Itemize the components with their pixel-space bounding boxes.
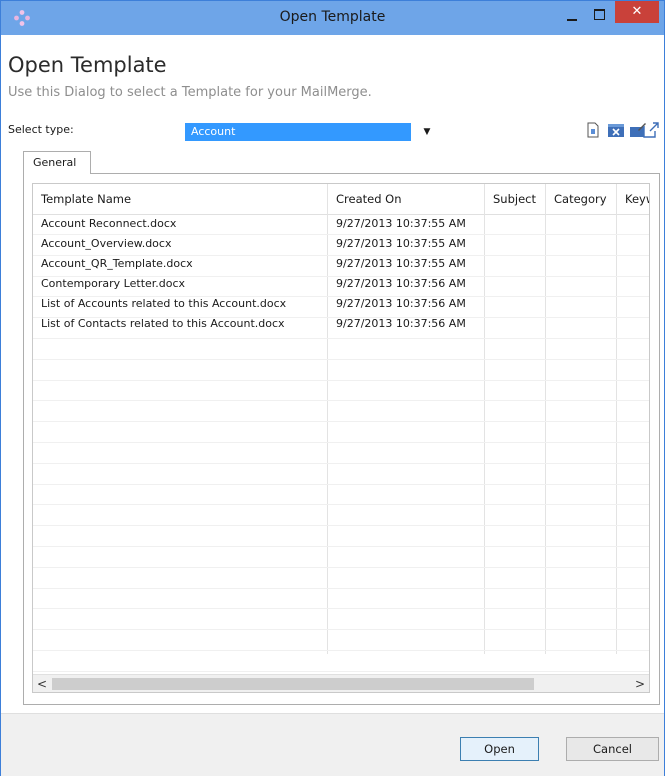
column-header-created-on[interactable]: Created On	[328, 184, 485, 214]
column-header-keywords[interactable]: Keyw	[617, 184, 649, 214]
chevron-down-icon[interactable]: ▼	[416, 123, 438, 141]
row-gridline	[33, 421, 649, 422]
table-row[interactable]: Account Reconnect.docx 9/27/2013 10:37:5…	[33, 214, 649, 234]
delete-icon[interactable]	[607, 121, 625, 139]
row-gridline	[33, 567, 649, 568]
created-on-cell: 9/27/2013 10:37:55 AM	[336, 217, 466, 230]
row-gridline	[33, 276, 649, 277]
horizontal-scrollbar[interactable]: < >	[33, 674, 649, 692]
scroll-right-icon[interactable]: >	[631, 675, 645, 692]
row-gridline	[33, 463, 649, 464]
row-gridline	[33, 359, 649, 360]
row-gridline	[33, 504, 649, 505]
template-table: Template Name Created On Subject Categor…	[32, 183, 650, 693]
maximize-icon[interactable]	[588, 5, 610, 25]
select-type-dropdown[interactable]: Account ▼	[185, 123, 438, 141]
row-gridline	[33, 525, 649, 526]
row-gridline	[33, 234, 649, 235]
column-header-subject[interactable]: Subject	[485, 184, 546, 214]
select-type-value[interactable]: Account	[185, 123, 411, 141]
row-gridline	[33, 629, 649, 630]
template-name-cell: Account_QR_Template.docx	[41, 257, 193, 270]
page-subtitle: Use this Dialog to select a Template for…	[8, 85, 372, 100]
row-gridline	[33, 317, 649, 318]
row-gridline	[33, 588, 649, 589]
general-tab-panel: Template Name Created On Subject Categor…	[23, 173, 660, 705]
scroll-left-icon[interactable]: <	[37, 675, 51, 692]
scroll-thumb[interactable]	[52, 678, 534, 690]
new-document-icon[interactable]	[584, 121, 602, 139]
row-gridline	[33, 400, 649, 401]
created-on-cell: 9/27/2013 10:37:56 AM	[336, 297, 466, 310]
row-gridline	[33, 338, 649, 339]
template-name-cell: Account Reconnect.docx	[41, 217, 177, 230]
created-on-cell: 9/27/2013 10:37:55 AM	[336, 237, 466, 250]
row-gridline	[33, 546, 649, 547]
close-icon[interactable]: ✕	[615, 1, 659, 23]
table-header: Template Name Created On Subject Categor…	[33, 184, 649, 215]
created-on-cell: 9/27/2013 10:37:56 AM	[336, 277, 466, 290]
template-name-cell: Contemporary Letter.docx	[41, 277, 186, 290]
row-gridline	[33, 296, 649, 297]
minimize-icon[interactable]	[561, 7, 583, 27]
table-row[interactable]: List of Accounts related to this Account…	[33, 294, 649, 314]
select-type-label: Select type:	[8, 123, 74, 136]
open-button[interactable]: Open	[460, 737, 539, 761]
dialog-footer	[1, 713, 664, 776]
tab-general[interactable]: General	[23, 151, 91, 174]
created-on-cell: 9/27/2013 10:37:55 AM	[336, 257, 466, 270]
title-bar[interactable]: Open Template ✕	[1, 1, 664, 35]
page-title: Open Template	[8, 53, 167, 77]
open-external-icon[interactable]	[642, 121, 660, 139]
table-row[interactable]: Account_Overview.docx 9/27/2013 10:37:55…	[33, 234, 649, 254]
cancel-button[interactable]: Cancel	[566, 737, 659, 761]
table-row[interactable]: Contemporary Letter.docx 9/27/2013 10:37…	[33, 274, 649, 294]
table-row[interactable]: Account_QR_Template.docx 9/27/2013 10:37…	[33, 254, 649, 274]
dialog-window: Open Template ✕ Open Template Use this D…	[0, 0, 665, 776]
template-name-cell: Account_Overview.docx	[41, 237, 172, 250]
row-gridline	[33, 608, 649, 609]
column-header-template-name[interactable]: Template Name	[33, 184, 328, 214]
row-gridline	[33, 650, 649, 651]
template-name-cell: List of Accounts related to this Account…	[41, 297, 287, 310]
row-gridline	[33, 255, 649, 256]
row-gridline	[33, 484, 649, 485]
row-gridline	[33, 442, 649, 443]
column-header-category[interactable]: Category	[546, 184, 617, 214]
row-gridline	[33, 380, 649, 381]
row-gridline	[33, 671, 649, 672]
